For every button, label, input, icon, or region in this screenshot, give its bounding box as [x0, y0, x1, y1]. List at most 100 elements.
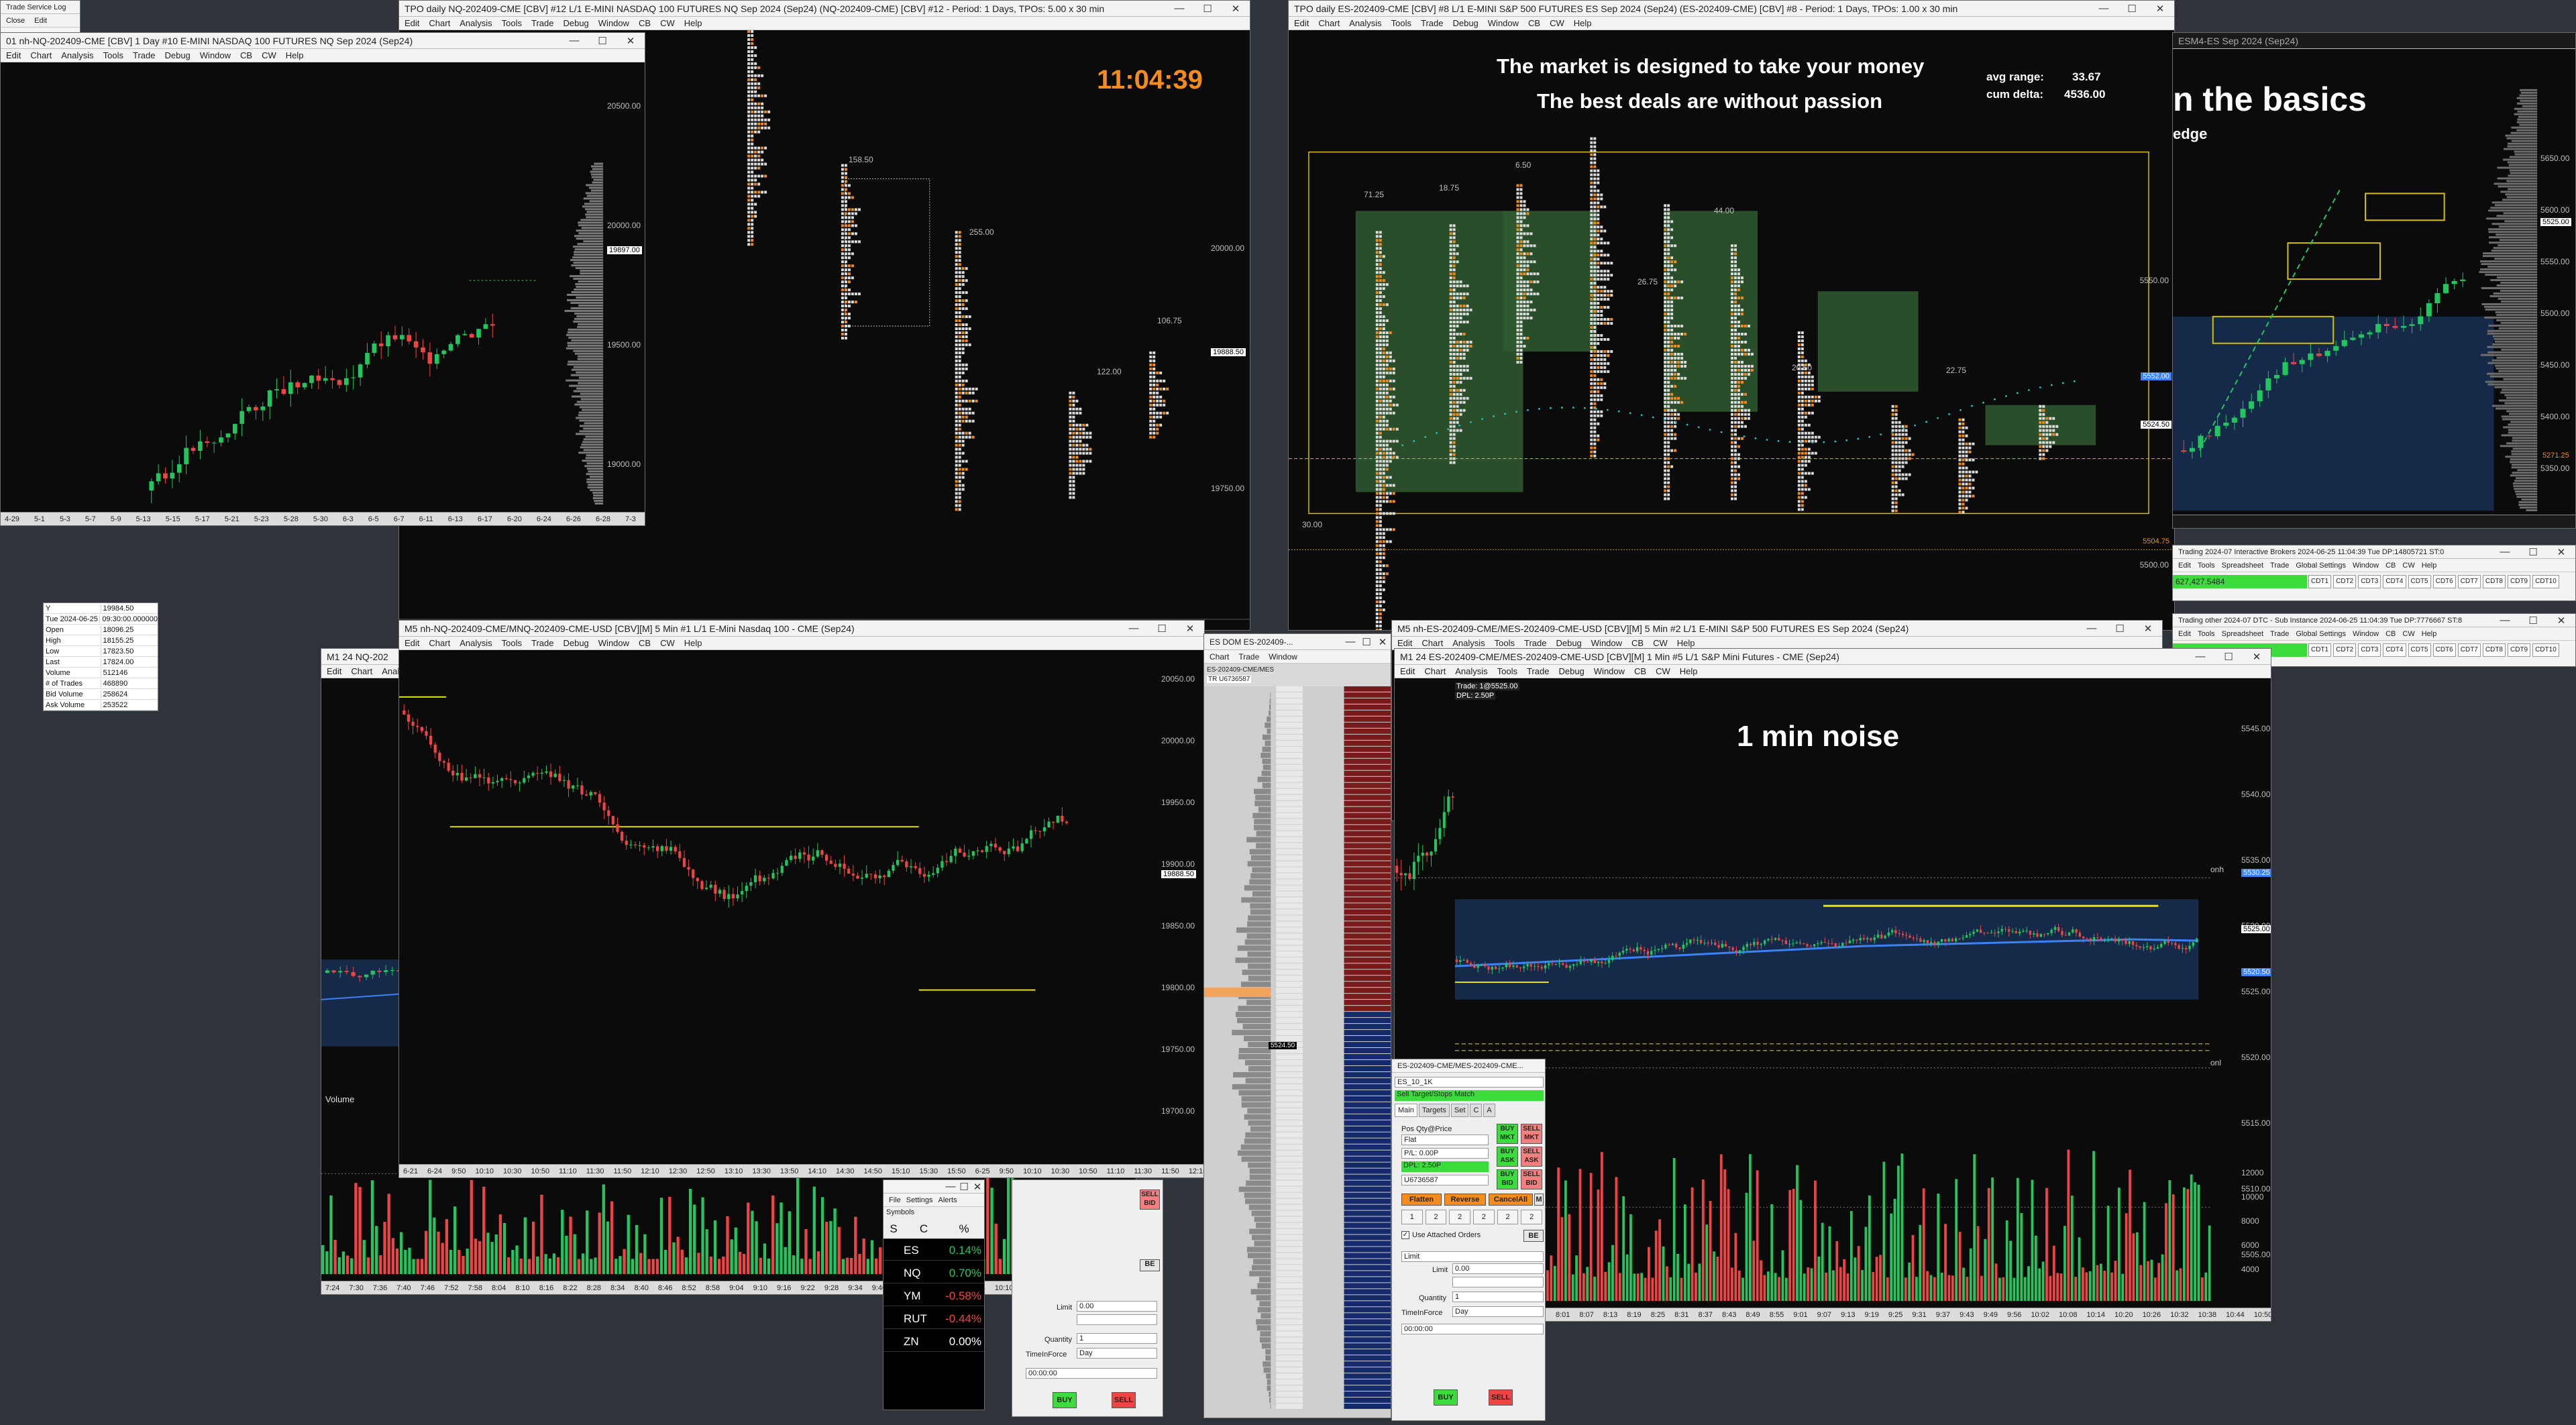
- cdt-tab[interactable]: CDT7: [2457, 575, 2481, 588]
- menu-trade[interactable]: Trade: [531, 18, 553, 28]
- menu-chart[interactable]: Chart: [1424, 666, 1446, 676]
- close-icon[interactable]: ✕: [616, 35, 645, 47]
- trade-service-log-window[interactable]: Trade Service Log Close Edit: [0, 0, 80, 35]
- trading2-title-bar[interactable]: Trading other 2024-07 DTC - Sub Instance…: [2173, 614, 2575, 627]
- menu-analysis[interactable]: Analysis: [460, 18, 492, 28]
- menu-item[interactable]: Help: [2422, 562, 2437, 570]
- daily-es-title-bar[interactable]: ESM4-ES Sep 2024 (Sep24): [2173, 33, 2575, 49]
- menu-item[interactable]: Window: [2353, 630, 2379, 638]
- menu-window[interactable]: Window: [1269, 652, 1297, 662]
- menu-item[interactable]: Trade: [2270, 630, 2289, 638]
- maximize-icon[interactable]: ☐: [1358, 636, 1375, 648]
- dom-window[interactable]: ES DOM ES-202409-... — ☐ ✕ Chart Trade Window…: [1203, 633, 1391, 1418]
- dom-title-bar[interactable]: ES DOM ES-202409-... — ☐ ✕: [1204, 634, 1391, 650]
- menu-item[interactable]: Tools: [2198, 630, 2215, 638]
- menu-trade[interactable]: Trade: [1421, 18, 1443, 28]
- menu-trade[interactable]: Trade: [1527, 666, 1549, 676]
- dom-ladder[interactable]: [1204, 686, 1391, 1418]
- menu-item[interactable]: CW: [2402, 562, 2414, 570]
- cdt-tab[interactable]: CDT1: [2308, 643, 2332, 657]
- cdt-tab[interactable]: CDT6: [2432, 643, 2456, 657]
- maximize-icon[interactable]: ☐: [588, 35, 616, 47]
- menu-cw[interactable]: CW: [660, 18, 675, 28]
- log-menu-close[interactable]: Close: [6, 17, 25, 25]
- maximize-icon[interactable]: ☐: [2214, 651, 2243, 663]
- menu-edit[interactable]: Edit: [327, 666, 341, 676]
- close-icon[interactable]: ✕: [2243, 651, 2271, 663]
- daily-nq-chart[interactable]: [1, 62, 645, 512]
- menu-help[interactable]: Help: [684, 18, 702, 28]
- close-icon[interactable]: ✕: [2547, 546, 2575, 558]
- m1-es-title-bar[interactable]: M1 24 ES-202409-CME/MES-202409-CME-USD […: [1395, 649, 2271, 665]
- tpo-nq-title-bar[interactable]: TPO daily NQ-202409-CME [CBV] #12 L/1 E-…: [399, 1, 1250, 17]
- cdt-tab[interactable]: CDT4: [2383, 643, 2406, 657]
- cdt-tab[interactable]: CDT3: [2358, 575, 2381, 588]
- menu-item[interactable]: Edit: [2178, 630, 2191, 638]
- minimize-icon[interactable]: —: [560, 35, 588, 47]
- cdt-tab[interactable]: CDT2: [2333, 575, 2357, 588]
- menu-tools[interactable]: Tools: [502, 18, 522, 28]
- menu-window[interactable]: Window: [1594, 666, 1625, 676]
- menu-edit[interactable]: Edit: [1294, 18, 1309, 28]
- tpo-es-title-bar[interactable]: TPO daily ES-202409-CME [CBV] #8 L/1 E-M…: [1289, 1, 2174, 17]
- menu-cw[interactable]: CW: [660, 638, 675, 648]
- menu-item[interactable]: Window: [2353, 562, 2379, 570]
- menu-item[interactable]: CW: [2402, 630, 2414, 638]
- menu-cb[interactable]: CB: [639, 638, 651, 648]
- minimize-icon[interactable]: —: [2491, 546, 2519, 558]
- tpo-es-window[interactable]: TPO daily ES-202409-CME [CBV] #8 L/1 E-M…: [1288, 0, 2175, 631]
- cdt-tab[interactable]: CDT9: [2508, 643, 2531, 657]
- minimize-icon[interactable]: —: [1120, 623, 1148, 635]
- m5-nq-title-bar[interactable]: M5 nh-NQ-202409-CME/MNQ-202409-CME-USD […: [399, 621, 1204, 637]
- menu-analysis[interactable]: Analysis: [61, 50, 93, 60]
- log-title-bar[interactable]: Trade Service Log: [1, 1, 80, 14]
- menu-item[interactable]: CB: [2385, 630, 2396, 638]
- cdt-tab[interactable]: CDT8: [2482, 575, 2506, 588]
- daily-nq-title-bar[interactable]: 01 nh-NQ-202409-CME [CBV] 1 Day #10 E-MI…: [1, 33, 645, 49]
- menu-debug[interactable]: Debug: [1452, 18, 1478, 28]
- maximize-icon[interactable]: ☐: [2118, 3, 2146, 15]
- menu-tools[interactable]: Tools: [1391, 18, 1411, 28]
- menu-debug[interactable]: Debug: [1556, 638, 1581, 648]
- menu-cw[interactable]: CW: [1656, 666, 1670, 676]
- menu-help[interactable]: Help: [1677, 638, 1695, 648]
- trading-window-1[interactable]: Trading 2024-07 Interactive Brokers 2024…: [2172, 545, 2576, 601]
- cdt-tab[interactable]: CDT8: [2482, 643, 2506, 657]
- menu-edit[interactable]: Edit: [1400, 666, 1415, 676]
- menu-cb[interactable]: CB: [1634, 666, 1646, 676]
- menu-item[interactable]: Trade: [2270, 562, 2289, 570]
- menu-analysis[interactable]: Analysis: [1455, 666, 1487, 676]
- menu-tools[interactable]: Tools: [502, 638, 522, 648]
- tpo-es-chart[interactable]: [1289, 30, 2174, 630]
- close-icon[interactable]: ✕: [1176, 623, 1204, 635]
- menu-cb[interactable]: CB: [240, 50, 252, 60]
- menu-debug[interactable]: Debug: [164, 50, 190, 60]
- m5-nq-window[interactable]: M5 nh-NQ-202409-CME/MNQ-202409-CME-USD […: [398, 620, 1205, 1178]
- maximize-icon[interactable]: ☐: [2106, 623, 2134, 635]
- trading1-title-bar[interactable]: Trading 2024-07 Interactive Brokers 2024…: [2173, 545, 2575, 559]
- menu-chart[interactable]: Chart: [30, 50, 52, 60]
- close-icon[interactable]: ✕: [2134, 623, 2162, 635]
- cdt-tab[interactable]: CDT10: [2532, 643, 2559, 657]
- menu-item[interactable]: Spreadsheet: [2222, 562, 2263, 570]
- maximize-icon[interactable]: ☐: [2519, 615, 2547, 627]
- menu-debug[interactable]: Debug: [563, 18, 588, 28]
- menu-trade[interactable]: Trade: [133, 50, 155, 60]
- menu-chart[interactable]: Chart: [1318, 18, 1340, 28]
- menu-item[interactable]: Tools: [2198, 562, 2215, 570]
- minimize-icon[interactable]: —: [1165, 3, 1193, 15]
- menu-item[interactable]: CB: [2385, 562, 2396, 570]
- menu-chart[interactable]: Chart: [1210, 652, 1229, 662]
- menu-debug[interactable]: Debug: [563, 638, 588, 648]
- cdt-tab[interactable]: CDT7: [2457, 643, 2481, 657]
- close-icon[interactable]: ✕: [1375, 636, 1391, 648]
- menu-chart[interactable]: Chart: [351, 666, 372, 676]
- menu-help[interactable]: Help: [1680, 666, 1698, 676]
- menu-chart[interactable]: Chart: [429, 18, 450, 28]
- menu-window[interactable]: Window: [1488, 18, 1519, 28]
- menu-trade[interactable]: Trade: [1524, 638, 1546, 648]
- menu-debug[interactable]: Debug: [1558, 666, 1584, 676]
- menu-window[interactable]: Window: [200, 50, 231, 60]
- menu-cw[interactable]: CW: [1653, 638, 1668, 648]
- close-icon[interactable]: ✕: [2146, 3, 2174, 15]
